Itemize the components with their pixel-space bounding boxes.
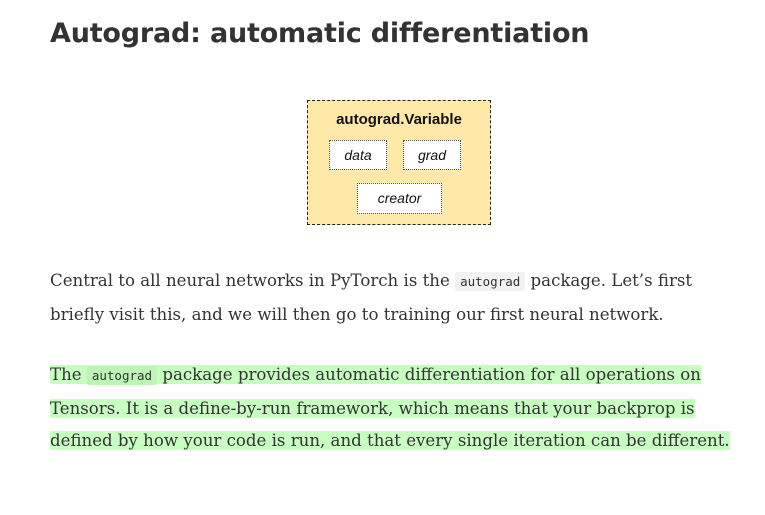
autograd-inline-code: autograd <box>455 272 526 291</box>
highlighted-paragraph: The autograd package provides automatic … <box>50 359 750 458</box>
intro-text-start: Central to all neural networks in PyTorc… <box>50 271 456 290</box>
intro-paragraph: Central to all neural networks in PyTorc… <box>50 264 750 331</box>
data-field-box: data <box>329 140 387 170</box>
highlight-span: The autograd package provides automatic … <box>50 365 730 451</box>
creator-field-box: creator <box>357 183 442 214</box>
autograd-variable-diagram: autograd.Variable data grad creator <box>307 100 491 225</box>
highlighted-text-start: The <box>50 365 87 384</box>
grad-field-box: grad <box>403 140 461 170</box>
diagram-title: autograd.Variable <box>336 111 462 128</box>
page-title: Autograd: automatic differentiation <box>50 18 590 49</box>
autograd-inline-code-highlighted: autograd <box>86 366 158 385</box>
